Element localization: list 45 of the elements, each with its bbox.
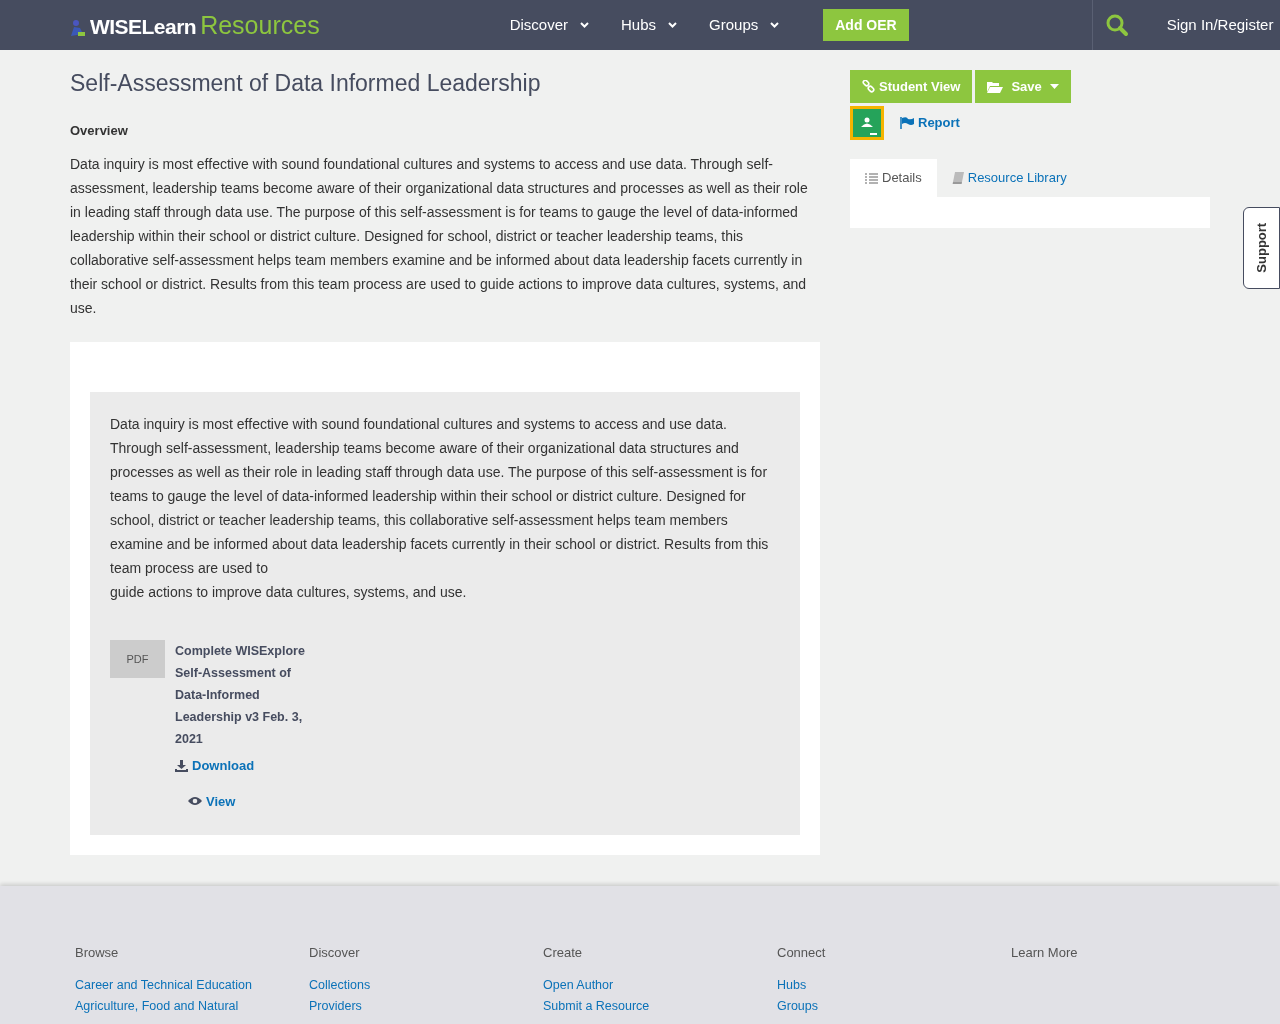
book-icon	[951, 172, 964, 184]
footer-link[interactable]: Career and Technical Education	[75, 974, 309, 996]
footer-link[interactable]: Submit a Resource	[543, 995, 777, 1017]
footer-heading: Connect	[777, 944, 827, 962]
nav-menu[interactable]: Hubs	[621, 13, 678, 37]
footer-link[interactable]: Hubs	[777, 974, 1011, 996]
eye-icon	[188, 796, 202, 807]
file-type-badge: PDF	[110, 640, 165, 678]
footer-heading: Create	[543, 944, 584, 962]
download-icon	[175, 759, 188, 772]
footer-link[interactable]: Open Author	[543, 974, 777, 996]
link-icon	[862, 80, 875, 93]
chevron-icon	[580, 22, 589, 28]
nav-menu[interactable]: Groups	[709, 13, 780, 37]
flag-icon	[900, 117, 914, 129]
footer-link[interactable]: Providers	[309, 995, 543, 1017]
page-title: Self-Assessment of Data Informed Leadership	[70, 69, 542, 98]
folder-icon	[987, 80, 1004, 93]
chevron-icon	[770, 22, 780, 28]
sign-in-link[interactable]: Sign In/Register	[1166, 13, 1274, 37]
footer-heading: Discover	[309, 944, 361, 962]
logo-icon	[70, 19, 86, 37]
file-name: Complete WISExplore Self-Assessment of Data-Informed Leadership v3 Feb. 3, 2021	[175, 643, 306, 748]
tab[interactable]: Resource Library	[936, 159, 1082, 197]
footer-link[interactable]: Agriculture, Food and Natural	[75, 995, 309, 1017]
content-paragraph: Data inquiry is most effective with sound foundational cultures and systems to access and use data. Through self-assessment, leadership teams become aware of their organizational data structures and processes as well as their role in leading staff through data use. The purpose of this self-assessment is for teams to gauge the level of data-informed leadership within their school or district culture. Designed for school, district or teacher leadership teams, this collaborative self-assessment helps team members examine and be informed about data leadership facets currently in their school or district. Results from this team process are used to guide actions to improve data cultures, systems, and use.	[110, 415, 770, 602]
view-link[interactable]: View	[188, 791, 315, 811]
download-link[interactable]: Download	[175, 756, 315, 776]
report-link[interactable]: Report	[900, 113, 960, 133]
chevron-icon	[668, 22, 678, 28]
caret-icon	[1049, 84, 1059, 89]
tab[interactable]: Details	[850, 159, 937, 197]
footer-link[interactable]: Groups	[777, 995, 1011, 1017]
logo-text[interactable]: Resources	[200, 13, 320, 38]
nav-menu[interactable]: Discover	[509, 13, 589, 37]
support-tab[interactable]: Support	[1243, 207, 1280, 289]
logo-text[interactable]: WISELearn	[90, 16, 197, 37]
list-icon	[865, 172, 878, 184]
footer-heading: Learn More	[1011, 944, 1079, 962]
search-icon[interactable]	[1104, 13, 1129, 37]
section-heading: Overview	[70, 121, 129, 140]
classroom-icon[interactable]	[850, 106, 884, 140]
overview-paragraph: Data inquiry is most effective with sound foundational cultures and systems to access and use data. Through self-assessment, leadership teams become aware of their organizational data structures and processes as well as their role in leading staff through data use. The purpose of this self-assessment is for teams to gauge the level of data-informed leadership within their school or district culture. Designed for school, district or teacher leadership teams, this collaborative self-assessment helps team members examine and be informed about data leadership facets currently in their school or district. Results from this team process are used to guide actions to improve data cultures, systems, and use.	[70, 155, 809, 318]
footer-link[interactable]: Collections	[309, 974, 543, 996]
footer-heading: Browse	[75, 944, 120, 962]
